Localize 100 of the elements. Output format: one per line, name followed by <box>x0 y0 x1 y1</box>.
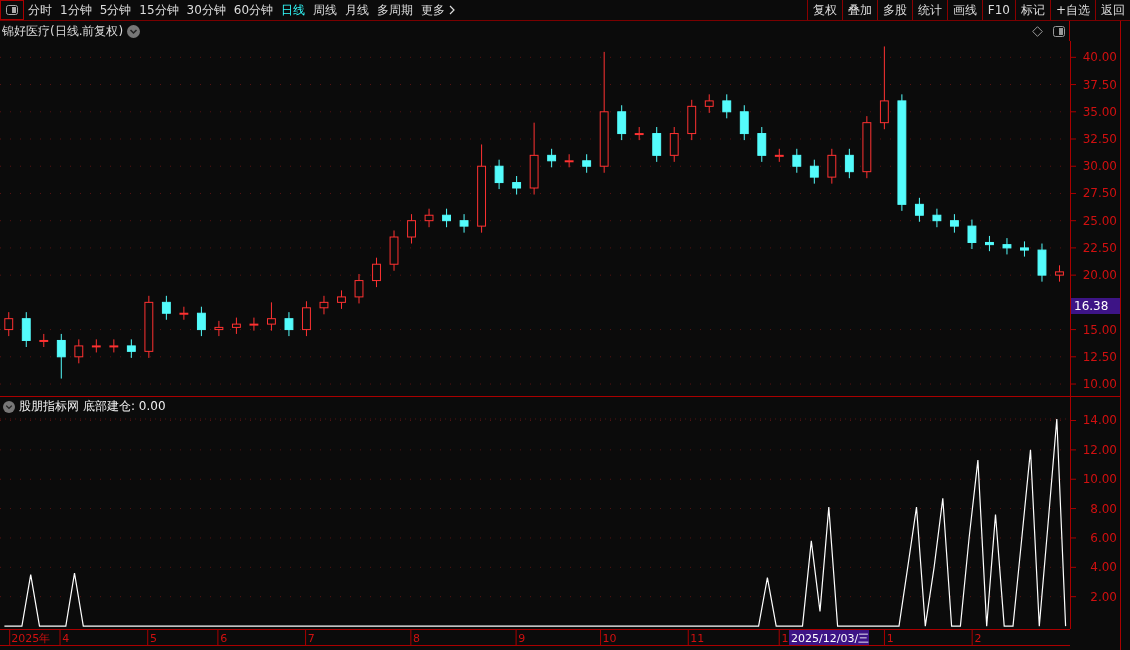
axis-label: 6.00 <box>1090 530 1117 545</box>
candlestick <box>1037 243 1047 283</box>
axis-label: 40.00 <box>1082 50 1117 65</box>
candlestick <box>1020 240 1029 258</box>
candlestick <box>967 219 977 250</box>
toolbar-button[interactable]: 统计 <box>911 0 947 20</box>
candlestick <box>214 320 224 337</box>
period-tab[interactable]: 60分钟 <box>229 0 278 20</box>
period-tab[interactable]: 日线 <box>277 0 310 20</box>
period-tab[interactable]: 更多 <box>417 0 460 20</box>
candlestick <box>424 208 434 228</box>
diamond-icon[interactable] <box>1032 25 1043 37</box>
candlestick <box>774 148 784 163</box>
date-label: 1 <box>781 632 789 645</box>
candlestick <box>56 333 66 380</box>
toolbar-button[interactable]: 多股 <box>876 0 912 20</box>
period-tab[interactable]: 1分钟 <box>56 0 96 20</box>
candlestick <box>985 235 994 252</box>
axis-label: 14.00 <box>1082 413 1117 428</box>
axis-label: 27.50 <box>1082 186 1117 201</box>
axis-label: 8.00 <box>1090 501 1117 516</box>
candlestick <box>249 317 259 332</box>
candlestick <box>442 208 451 228</box>
axis-label: 22.50 <box>1082 240 1117 255</box>
candlestick <box>74 338 84 364</box>
candlestick <box>284 311 294 337</box>
panel-toggle-button[interactable] <box>0 0 24 20</box>
candlestick <box>337 289 346 310</box>
candlestick <box>179 306 189 321</box>
period-tab[interactable]: 分时 <box>24 0 56 20</box>
toolbar-button[interactable]: 叠加 <box>841 0 877 20</box>
candlestick <box>319 295 329 315</box>
candlestick <box>547 148 557 168</box>
toolbar-button[interactable]: 复权 <box>806 0 842 20</box>
period-tab[interactable]: 周线 <box>309 0 342 20</box>
axis-label: 10.00 <box>1082 472 1117 487</box>
candlestick <box>1055 264 1064 283</box>
candlestick <box>634 126 644 141</box>
toolbar-button[interactable]: 标记 <box>1014 0 1050 20</box>
axis-label: 20.00 <box>1082 268 1117 283</box>
candlestick <box>617 104 627 141</box>
dropdown-icon[interactable] <box>3 400 15 413</box>
period-tab[interactable]: 月线 <box>341 0 374 20</box>
candlestick <box>161 295 171 321</box>
axis-label: 12.50 <box>1082 349 1117 364</box>
toolbar-button[interactable]: 画线 <box>946 0 982 20</box>
candlestick <box>4 311 14 337</box>
toolbar-button[interactable]: 返回 <box>1095 0 1130 20</box>
period-tab[interactable]: 多周期 <box>373 0 418 20</box>
axis-label: 15.00 <box>1082 322 1117 337</box>
candlestick <box>809 159 819 185</box>
axis-label: 2.00 <box>1090 589 1117 604</box>
axis-label: 32.50 <box>1082 132 1117 146</box>
period-tab[interactable]: 15分钟 <box>135 0 183 20</box>
panel-toggle-icon[interactable] <box>1053 25 1065 37</box>
candlestick <box>39 333 49 348</box>
candlestick <box>757 126 767 163</box>
candlestick <box>407 213 416 245</box>
axis-label: 4.00 <box>1090 560 1117 575</box>
candlestick <box>354 273 364 304</box>
date-label: 8 <box>413 632 421 645</box>
candlestick <box>844 148 854 179</box>
date-label: 1 <box>886 632 894 645</box>
axis-label: 30.00 <box>1082 159 1117 174</box>
candlestick <box>652 126 662 163</box>
candlestick <box>792 148 802 174</box>
candlestick <box>196 306 206 337</box>
dropdown-icon[interactable] <box>127 24 141 38</box>
axis-label: 37.50 <box>1082 77 1117 92</box>
chevron-right-icon <box>449 5 456 15</box>
candlestick <box>389 230 399 272</box>
candlestick <box>144 295 154 359</box>
axis-label: 10.00 <box>1082 377 1117 391</box>
candlestick <box>862 115 872 179</box>
candlestick <box>914 197 924 223</box>
candlestick <box>494 159 504 190</box>
axis-label: 12.00 <box>1082 442 1117 457</box>
period-tab[interactable]: 30分钟 <box>182 0 230 20</box>
date-label: 4 <box>62 632 70 645</box>
candlestick <box>564 153 574 168</box>
panel-toggle-icon <box>6 5 18 15</box>
candlestick <box>827 148 837 185</box>
date-label: 10 <box>602 632 617 645</box>
date-label: 2025年 <box>11 632 51 645</box>
period-tab[interactable]: 5分钟 <box>95 0 136 20</box>
axis-label: 25.00 <box>1082 213 1117 228</box>
candlestick <box>109 338 119 353</box>
candlestick <box>91 338 101 353</box>
candlestick <box>950 213 959 234</box>
date-label: 7 <box>307 632 315 645</box>
candlestick <box>739 104 749 141</box>
candlestick <box>687 99 697 141</box>
candlestick <box>932 208 942 228</box>
toolbar-button[interactable]: F10 <box>981 0 1015 20</box>
date-label: 5 <box>150 632 157 645</box>
date-label: 2 <box>974 632 982 645</box>
toolbar-button[interactable]: +自选 <box>1049 0 1095 20</box>
date-label: 9 <box>518 632 526 645</box>
candlestick <box>669 126 679 163</box>
candlestick <box>704 93 714 114</box>
